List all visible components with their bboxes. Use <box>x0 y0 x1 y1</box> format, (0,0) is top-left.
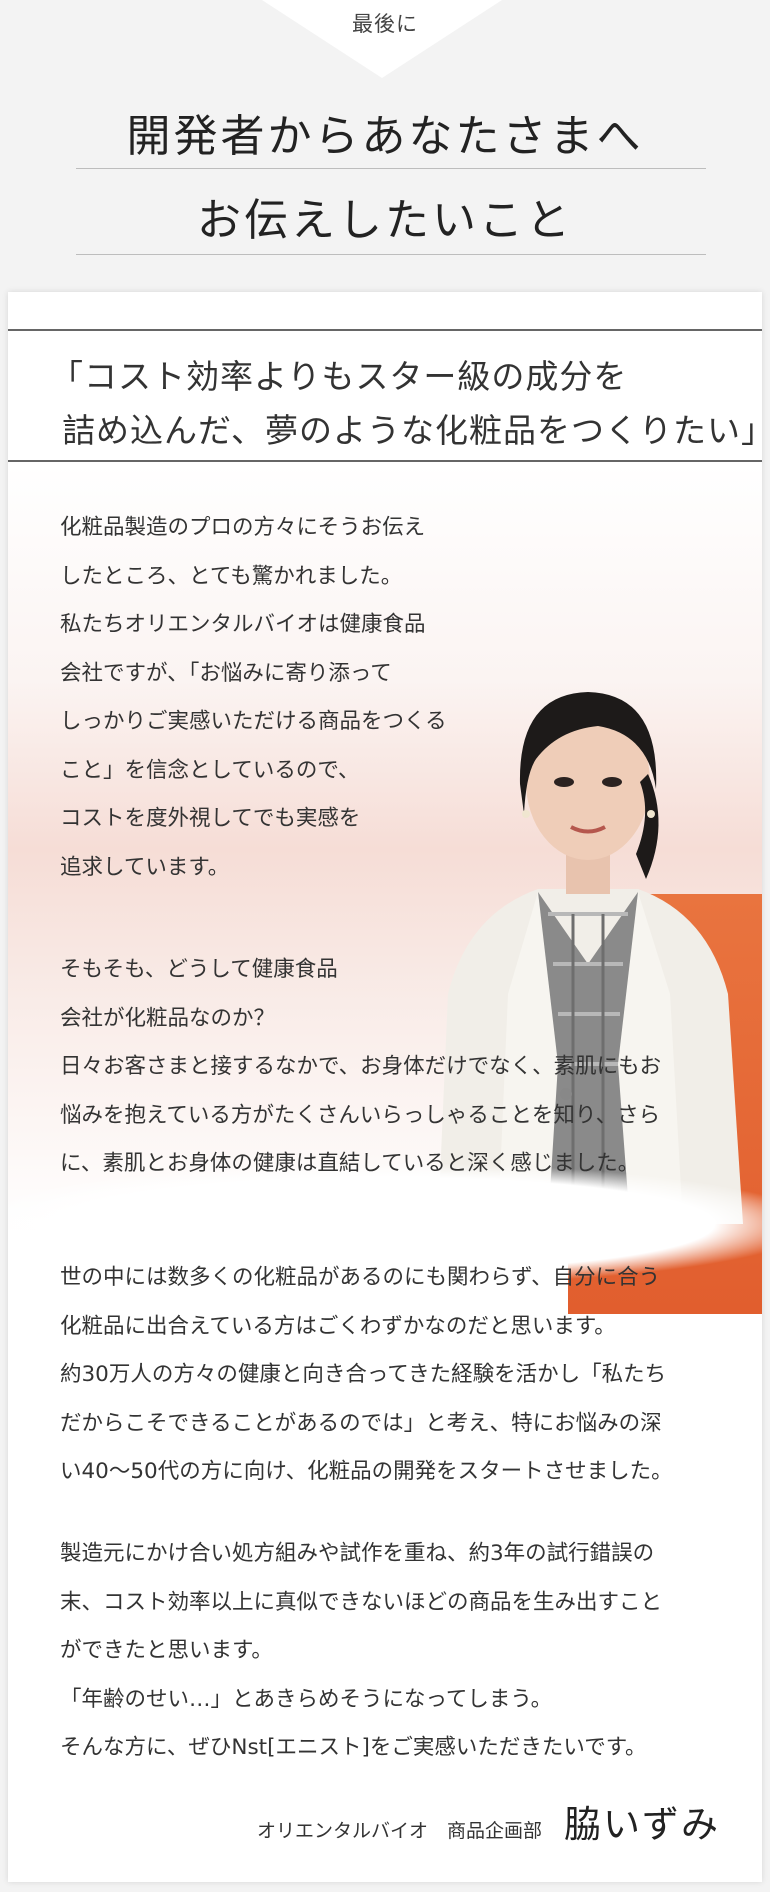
title-divider-1 <box>76 168 706 169</box>
page-title-line-1: 開発者からあなたさまへ <box>126 111 644 162</box>
body-text-line: そんな方に、ぜひNst[エニスト]をご実感いただきたいです。 <box>60 1735 647 1760</box>
body-text-line: 化粧品に出合えている方はごくわずかなのだと思います。 <box>60 1313 616 1339</box>
body-text-line: そもそも、どうして健康食品 <box>60 957 338 982</box>
body-text-line: コストを度外視してでも実感を <box>60 806 361 831</box>
body-text-line: 私たちオリエンタルバイオは健康食品 <box>60 612 426 637</box>
quote-line-2: 詰め込んだ、夢のような化粧品をつくりたい」 <box>62 411 762 450</box>
body-text-line: 世の中には数多くの化粧品があるのにも関わらず、自分に合う <box>60 1265 661 1290</box>
body-text-line: 製造元にかけ合い処方組みや試作を重ね、約3年の試行錯誤の <box>60 1541 655 1566</box>
body-text-line: ができたと思います。 <box>60 1638 273 1663</box>
body-text-line: 末、コスト効率以上に真似できないほどの商品を生み出すこと <box>60 1589 663 1615</box>
section-label: 最後に <box>352 12 418 36</box>
paragraph-4: 製造元にかけ合い処方組みや試作を重ね、約3年の試行錯誤の 末、コスト効率以上に真… <box>60 1530 662 1773</box>
paragraph-1: 化粧品製造のプロの方々にそうお伝え したところ、とても驚かれました。 私たちオリ… <box>60 504 447 892</box>
body-text-line: い40〜50代の方に向け、化粧品の開発をスタートさせました。 <box>60 1459 673 1484</box>
message-card: 「コスト効率よりもスター級の成分を 詰め込んだ、夢のような化粧品をつくりたい」 … <box>8 292 762 1882</box>
body-text-line: 日々お客さまと接するなかで、お身体だけでなく、素肌にもお <box>60 1054 662 1079</box>
body-text-line: こと」を信念としているので、 <box>60 757 360 783</box>
body-text-line: 会社が化粧品なのか？ <box>60 1005 276 1031</box>
body-text-line: しっかりご実感いただける商品をつくる <box>60 709 447 734</box>
quote-rule-top <box>8 329 762 331</box>
quote-line-1: 「コスト効率よりもスター級の成分を <box>50 357 628 396</box>
page-title-line-2: お伝えしたいこと <box>197 195 573 246</box>
body-text-line: 約30万人の方々の健康と向き合ってきた経験を活かし「私たち <box>60 1362 667 1387</box>
body-text-line: 化粧品製造のプロの方々にそうお伝え <box>60 515 426 540</box>
body-text-line: に、素肌とお身体の健康は直結していると深く感じました。 <box>60 1151 640 1176</box>
paragraph-3: 世の中には数多くの化粧品があるのにも関わらず、自分に合う 化粧品に出合えている方… <box>60 1254 673 1497</box>
body-text-line: 「年齢のせい…」とあきらめそうになってしまう。 <box>60 1686 553 1712</box>
body-text-line: 追求しています。 <box>60 854 230 880</box>
signature-department: オリエンタルバイオ 商品企画部 <box>256 1820 542 1842</box>
body-text-line: だからこそできることがあるのでは」と考え、特にお悩みの深 <box>60 1410 662 1436</box>
body-text-line: したところ、とても驚かれました。 <box>60 563 403 589</box>
title-divider-2 <box>76 254 706 255</box>
signature: オリエンタルバイオ 商品企画部 脇いずみ <box>257 1794 720 1848</box>
section-header: 最後に 開発者からあなたさまへ お伝えしたいこと <box>0 0 770 290</box>
signature-name: 脇いずみ <box>564 1803 720 1846</box>
body-text-line: 悩みを抱えている方がたくさんいらっしゃることを知り、さら <box>60 1102 661 1128</box>
body-text-line: 会社ですが、「お悩みに寄り添って <box>60 660 392 686</box>
quote-rule-bottom <box>8 460 762 462</box>
paragraph-2: そもそも、どうして健康食品 会社が化粧品なのか？ 日々お客さまと接するなかで、お… <box>60 946 661 1189</box>
